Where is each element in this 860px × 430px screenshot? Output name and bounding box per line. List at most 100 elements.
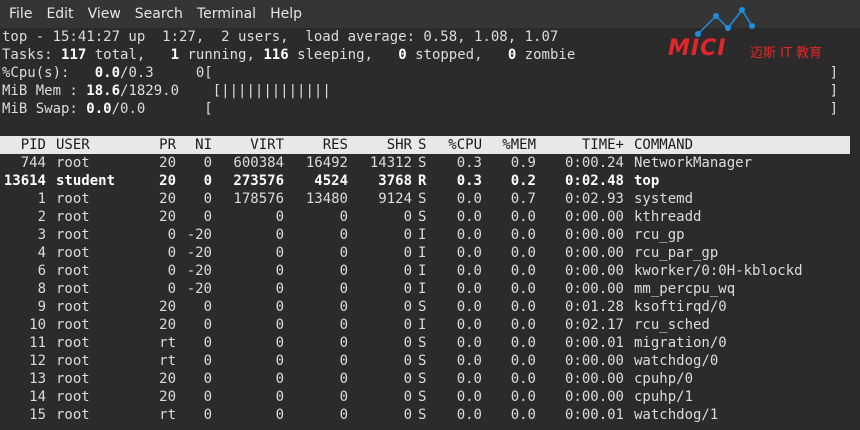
cell-ni: 0 bbox=[203, 335, 212, 351]
terminal-area[interactable]: top - 15:41:27 up 1:27, 2 users, load av… bbox=[0, 28, 860, 430]
menu-search[interactable]: Search bbox=[128, 6, 190, 22]
cell-pr: 0 bbox=[167, 263, 176, 279]
cell-pr: 0 bbox=[167, 281, 176, 297]
process-row: 13 root 20 0 0 0 0 S 0.0 0.0 0:00.00 cpuhp/0 bbox=[0, 370, 860, 388]
cell-cpu: 0.3 bbox=[456, 155, 482, 171]
cell-mem: 0.2 bbox=[510, 173, 536, 189]
cell-ni: -20 bbox=[186, 227, 212, 243]
cell-user: root bbox=[56, 299, 90, 315]
cell-virt: 0 bbox=[275, 407, 284, 423]
cell-pid: 4 bbox=[37, 245, 46, 261]
cell-ni: 0 bbox=[203, 317, 212, 333]
menu-view[interactable]: View bbox=[81, 6, 128, 22]
cpu-line: %Cpu(s): 0.0/0.3 0[] bbox=[0, 64, 860, 82]
cell-mem: 0.7 bbox=[510, 191, 536, 207]
cell-state: S bbox=[418, 209, 427, 225]
col-ni[interactable]: NI bbox=[176, 136, 212, 154]
cell-cpu: 0.0 bbox=[456, 353, 482, 369]
cell-command: NetworkManager bbox=[634, 155, 753, 171]
cell-res: 0 bbox=[339, 263, 348, 279]
cell-mem: 0.0 bbox=[510, 389, 536, 405]
col-mem[interactable]: %MEM bbox=[482, 136, 536, 154]
cell-pid: 15 bbox=[29, 407, 46, 423]
cell-state: S bbox=[418, 389, 427, 405]
cell-ni: -20 bbox=[186, 245, 212, 261]
cell-cpu: 0.0 bbox=[456, 263, 482, 279]
cell-ni: 0 bbox=[203, 209, 212, 225]
cell-shr: 0 bbox=[403, 281, 412, 297]
cell-command: migration/0 bbox=[634, 335, 727, 351]
cpu-bracket-end: ] bbox=[829, 65, 838, 81]
cell-pid: 1 bbox=[37, 191, 46, 207]
tasks-zombie: 0 bbox=[507, 47, 517, 63]
cell-pid: 6 bbox=[37, 263, 46, 279]
cell-state: S bbox=[418, 407, 427, 423]
cell-pr: 20 bbox=[159, 173, 176, 189]
tasks-stopped-label: stopped, bbox=[406, 47, 508, 63]
tasks-sleeping-label: sleeping, bbox=[288, 47, 399, 63]
cell-res: 0 bbox=[339, 353, 348, 369]
cell-shr: 0 bbox=[403, 209, 412, 225]
menu-terminal[interactable]: Terminal bbox=[190, 6, 263, 22]
swap-label: MiB Swap: bbox=[2, 101, 87, 117]
cell-user: root bbox=[56, 407, 90, 423]
col-pid[interactable]: PID bbox=[0, 136, 46, 154]
cell-command: cpuhp/0 bbox=[634, 371, 694, 387]
cell-user: root bbox=[56, 227, 90, 243]
tasks-zombie-label: zombie bbox=[516, 47, 576, 63]
process-row: 11 root rt 0 0 0 0 S 0.0 0.0 0:00.01 migration/0 bbox=[0, 334, 860, 352]
mem-value: 18.6 bbox=[86, 83, 121, 99]
cell-virt: 0 bbox=[275, 353, 284, 369]
cell-time: 0:02.93 bbox=[564, 191, 624, 207]
col-pr[interactable]: PR bbox=[134, 136, 176, 154]
cell-user: root bbox=[56, 317, 90, 333]
terminal-scrollbar[interactable] bbox=[850, 28, 860, 430]
cell-res: 0 bbox=[339, 209, 348, 225]
col-virt[interactable]: VIRT bbox=[212, 136, 284, 154]
process-row: 1 root 20 0 178576 13480 9124 S 0.0 0.7 0:02.93 sys… bbox=[0, 190, 860, 208]
cell-state: I bbox=[418, 227, 427, 243]
cell-res: 0 bbox=[339, 227, 348, 243]
cell-cpu: 0.0 bbox=[456, 389, 482, 405]
cell-res: 0 bbox=[339, 281, 348, 297]
col-time[interactable]: TIME+ bbox=[536, 136, 624, 154]
col-command[interactable]: COMMAND bbox=[624, 136, 854, 154]
cell-ni: 0 bbox=[203, 191, 212, 207]
tasks-running: 1 bbox=[170, 47, 180, 63]
cell-pid: 3 bbox=[37, 227, 46, 243]
cell-ni: -20 bbox=[186, 263, 212, 279]
cell-res: 16492 bbox=[305, 155, 348, 171]
cell-time: 0:00.00 bbox=[564, 353, 624, 369]
cell-command: ksoftirqd/0 bbox=[634, 299, 727, 315]
cell-virt: 0 bbox=[275, 335, 284, 351]
menu-edit[interactable]: Edit bbox=[39, 6, 80, 22]
cell-ni: 0 bbox=[203, 407, 212, 423]
col-shr[interactable]: SHR bbox=[348, 136, 412, 154]
cell-shr: 0 bbox=[403, 227, 412, 243]
tasks-running-label: running, bbox=[179, 47, 264, 63]
menu-help[interactable]: Help bbox=[263, 6, 309, 22]
cell-virt: 0 bbox=[275, 371, 284, 387]
mem-line: MiB Mem : 18.6/1829.0 [|||||||||||||] bbox=[0, 82, 860, 100]
col-res[interactable]: RES bbox=[284, 136, 348, 154]
cell-pid: 10 bbox=[29, 317, 46, 333]
cell-shr: 9124 bbox=[378, 191, 412, 207]
cell-shr: 0 bbox=[403, 353, 412, 369]
process-row: 3 root 0 -20 0 0 0 I 0.0 0.0 0:00.00 rcu_gp bbox=[0, 226, 860, 244]
cell-time: 0:00.01 bbox=[564, 335, 624, 351]
cell-shr: 14312 bbox=[369, 155, 412, 171]
cell-cpu: 0.0 bbox=[456, 299, 482, 315]
cell-pid: 2 bbox=[37, 209, 46, 225]
cell-pr: 20 bbox=[159, 209, 176, 225]
col-user[interactable]: USER bbox=[46, 136, 134, 154]
cell-pr: 20 bbox=[159, 371, 176, 387]
cell-state: I bbox=[418, 245, 427, 261]
cell-user: root bbox=[56, 371, 90, 387]
col-cpu[interactable]: %CPU bbox=[440, 136, 482, 154]
cell-mem: 0.0 bbox=[510, 263, 536, 279]
menu-file[interactable]: File bbox=[2, 6, 39, 22]
col-s[interactable]: S bbox=[412, 136, 440, 154]
process-row: 15 root rt 0 0 0 0 S 0.0 0.0 0:00.01 watchdog/1 bbox=[0, 406, 860, 424]
cell-res: 0 bbox=[339, 407, 348, 423]
mem-label: MiB Mem : bbox=[2, 83, 87, 99]
